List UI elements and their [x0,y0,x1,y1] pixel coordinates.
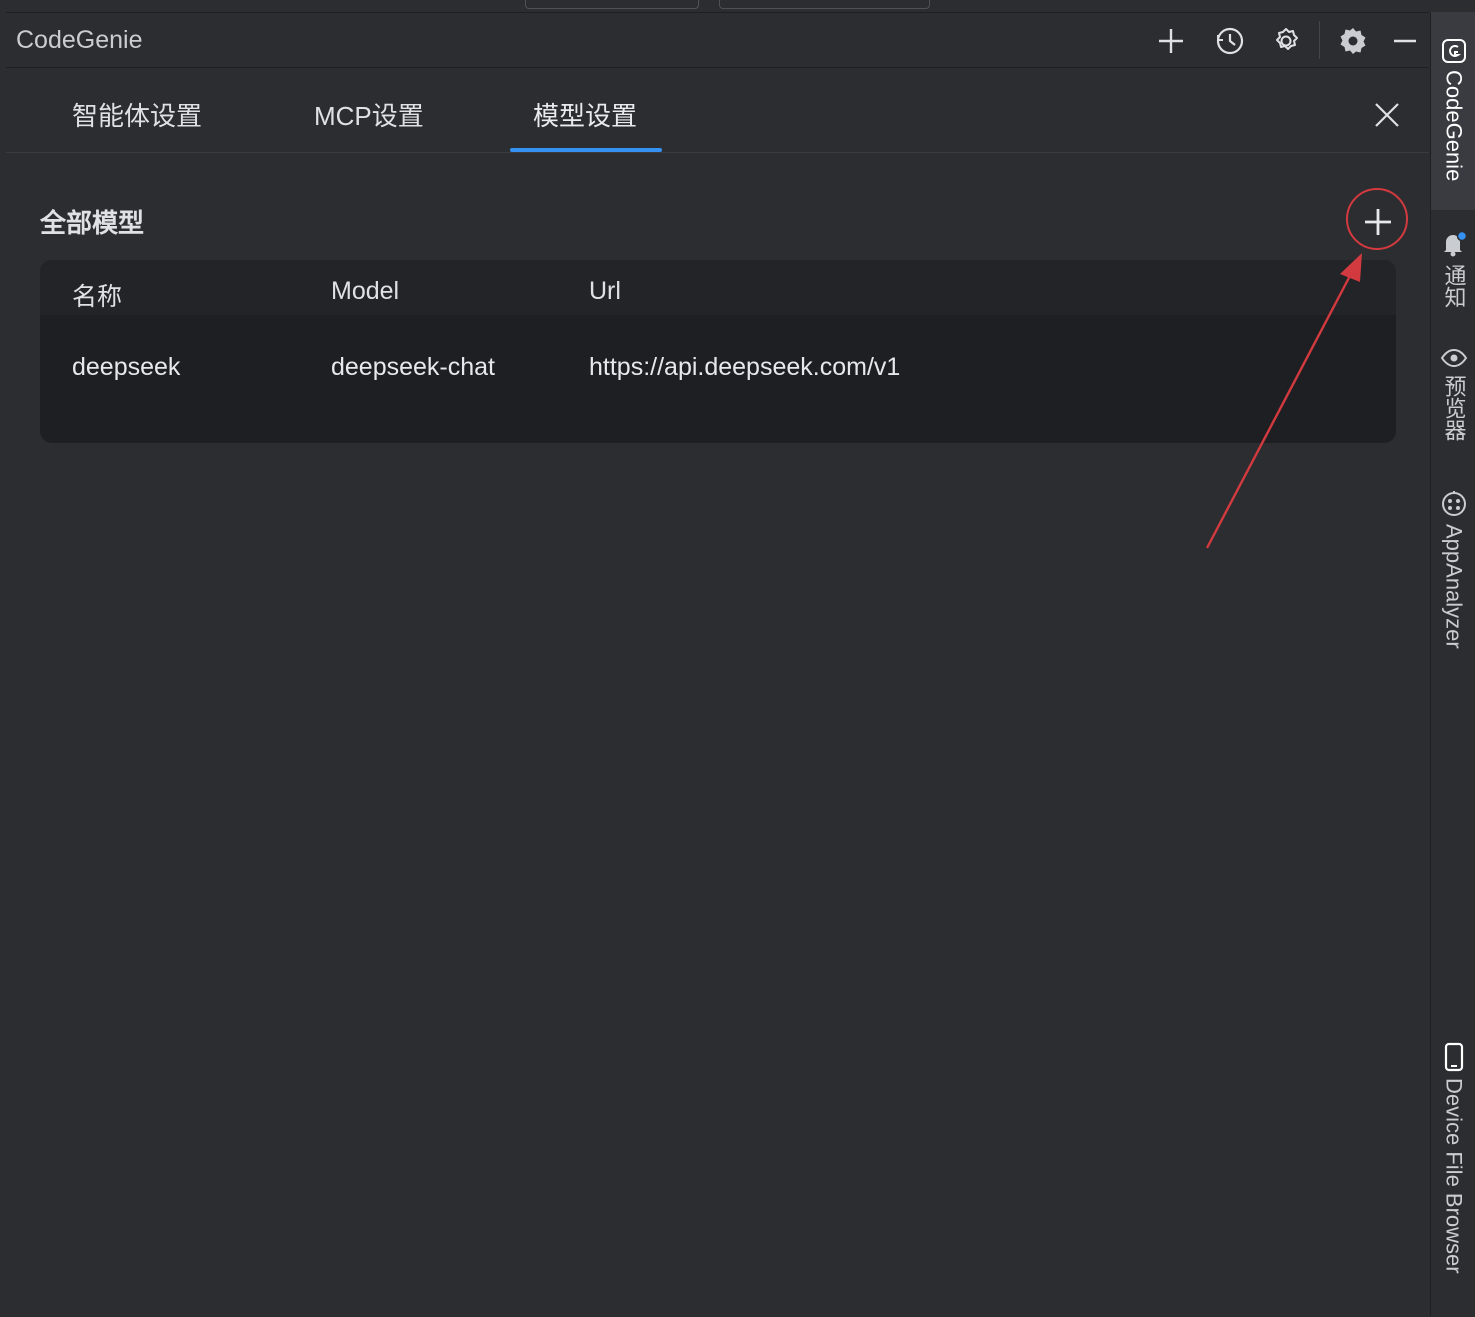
tool-previewer[interactable]: 预览器 [1431,347,1475,441]
plus-icon[interactable] [1156,26,1186,56]
tool-label: Device File Browser [1441,1078,1467,1274]
tool-label: CodeGenie [1441,70,1467,182]
column-header-model: Model [331,277,400,305]
app-title: CodeGenie [16,26,143,54]
active-tab-indicator [510,148,662,152]
tool-window-titlebar: CodeGenie [6,13,1429,68]
analyzer-icon [1441,491,1466,516]
codegenie-tool-window: CodeGenie 智能体设置 MCP设置 模型设置 全部模型 名称 Model… [6,12,1429,1317]
close-icon[interactable] [1372,100,1402,130]
table-header: 名称 Model Url [40,260,1396,315]
plus-icon [1365,209,1391,235]
gear-icon[interactable] [1338,26,1368,56]
section-title: 全部模型 [40,208,145,238]
tool-label: AppAnalyzer [1441,524,1467,649]
right-tool-strip: CodeGenie 通知 预览器 AppAnalyzer Device File… [1430,12,1475,1316]
tool-codegenie[interactable]: CodeGenie [1431,38,1475,181]
row-url: https://api.deepseek.com/v1 [589,353,901,381]
tool-appanalyzer[interactable]: AppAnalyzer [1431,490,1475,649]
add-model-button[interactable] [1348,192,1408,252]
eye-icon [1440,348,1467,368]
row-name: deepseek [72,353,181,381]
row-model: deepseek-chat [331,353,496,381]
tool-label: 通知 [1441,264,1467,308]
tab-mcp-settings[interactable]: MCP设置 [314,96,424,133]
tab-model-settings[interactable]: 模型设置 [533,96,637,133]
tab-agent-settings[interactable]: 智能体设置 [72,96,202,133]
codegenie-icon [1441,39,1466,63]
editor-tab-stub [719,0,930,9]
tool-notifications[interactable]: 通知 [1431,230,1475,308]
tool-label: 预览器 [1441,375,1467,441]
toolbar-separator [1319,21,1320,59]
history-icon[interactable] [1215,26,1245,56]
editor-tab-stub [525,0,699,9]
settings-panel: 智能体设置 MCP设置 模型设置 全部模型 名称 Model Url deeps… [6,68,1429,1317]
minimize-icon[interactable] [1390,26,1420,56]
settings-tabs: 智能体设置 MCP设置 模型设置 [6,68,1429,153]
column-header-name: 名称 [72,283,123,311]
top-editor-strip [0,0,1430,12]
settings-outline-icon[interactable] [1271,26,1301,56]
column-header-url: Url [589,277,621,305]
models-table: 名称 Model Url deepseek deepseek-chat http… [40,260,1396,443]
tool-device-file-browser[interactable]: Device File Browser [1431,1042,1475,1274]
bell-icon [1443,230,1467,257]
phone-icon [1444,1042,1463,1072]
